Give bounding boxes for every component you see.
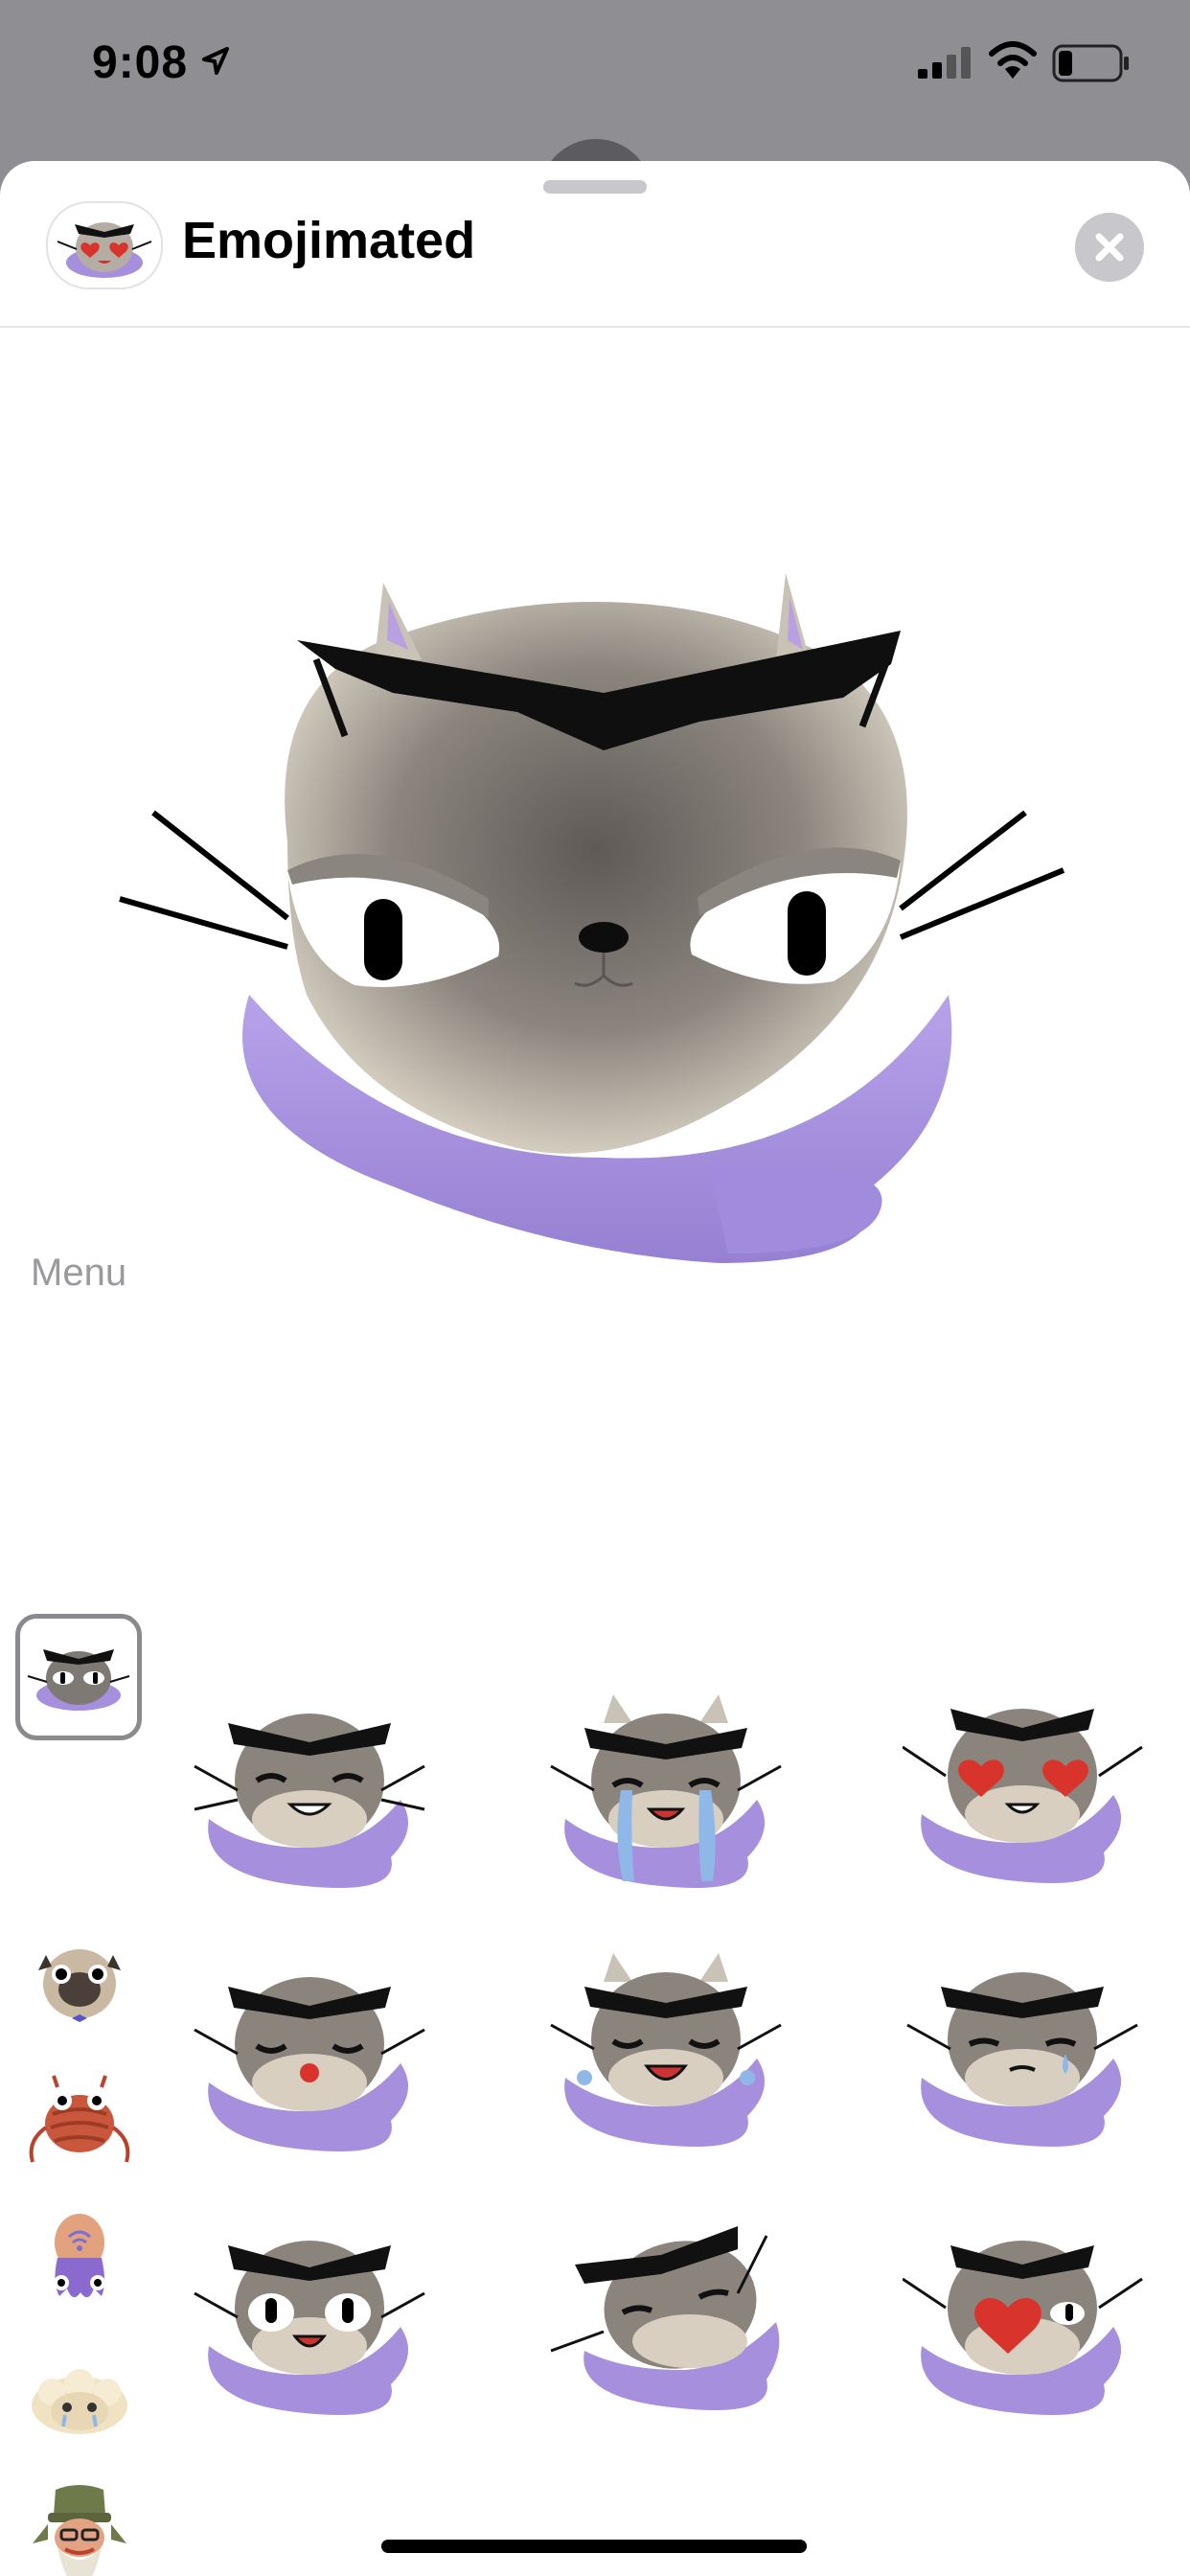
- sticker-cat-laugh-tears[interactable]: [546, 1934, 805, 2164]
- sidebar-item-octopus-pack[interactable]: [19, 2200, 140, 2321]
- sidebar-item-crab-pack[interactable]: [19, 2058, 140, 2179]
- sticker-cat-sleepy-tilt[interactable]: [546, 2197, 805, 2427]
- cellular-signal-icon: [918, 47, 971, 79]
- wifi-icon: [989, 41, 1037, 79]
- cat-heart-eyes-icon: [46, 201, 163, 289]
- sticker-cat-sad-tear[interactable]: [903, 1934, 1161, 2164]
- close-button[interactable]: [1075, 213, 1144, 282]
- crab-icon: [29, 2075, 130, 2163]
- sidebar-item-cat-pack[interactable]: [15, 1614, 142, 1740]
- sticker-cat-heart-wink[interactable]: [903, 2202, 1161, 2432]
- wizard-icon: [33, 2485, 126, 2576]
- sticker-preview[interactable]: [105, 496, 1083, 1311]
- app-title: Emojimated: [182, 212, 476, 269]
- cat-icon: [27, 1649, 130, 1711]
- sidebar-item-pug-pack[interactable]: [19, 1922, 140, 2043]
- sticker-cat-laughing[interactable]: [190, 1675, 448, 1905]
- sheep-icon: [32, 2369, 127, 2434]
- sticker-cat-kiss[interactable]: [190, 1939, 448, 2169]
- sheet-grabber[interactable]: [543, 180, 647, 194]
- imessage-app-sheet: Emojimated Menu: [0, 161, 1190, 2576]
- location-arrow-icon: [202, 47, 229, 75]
- home-indicator[interactable]: [381, 2540, 807, 2553]
- status-time: 9:08: [92, 37, 189, 88]
- close-icon: [1095, 233, 1124, 262]
- header-divider: [0, 326, 1190, 328]
- sticker-cat-crying[interactable]: [546, 1675, 805, 1905]
- sticker-cat-shocked[interactable]: [190, 2202, 448, 2432]
- sidebar-item-sheep-pack[interactable]: [19, 2342, 140, 2463]
- menu-label[interactable]: Menu: [31, 1252, 126, 1295]
- pug-icon: [38, 1949, 121, 2022]
- sidebar-item-wizard-pack[interactable]: [19, 2476, 140, 2576]
- battery-icon: [1052, 44, 1129, 82]
- octopus-icon: [54, 2214, 105, 2298]
- sticker-cat-heart-eyes[interactable]: [903, 1670, 1161, 1900]
